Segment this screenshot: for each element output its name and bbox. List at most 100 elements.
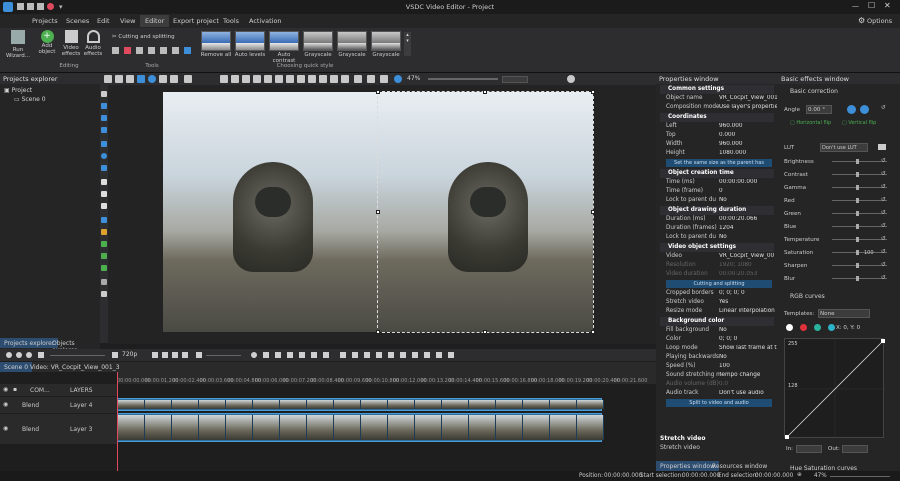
tool-icon[interactable] <box>135 47 143 54</box>
prop-lock-parent[interactable]: Lock to parent du No <box>660 196 774 205</box>
reset-icon[interactable]: ↺ <box>881 197 886 203</box>
sprite-tool-icon[interactable] <box>101 241 107 247</box>
tool-icon[interactable] <box>159 47 167 54</box>
forward-end-icon[interactable] <box>311 352 317 358</box>
slider-track[interactable] <box>832 198 887 203</box>
track-header-layer-3[interactable]: ◉ Blend Layer 3 <box>0 414 117 444</box>
menu-export-project[interactable]: Export project <box>173 17 219 25</box>
tool-icon[interactable] <box>171 47 179 54</box>
zoom-fit-icon[interactable]: ⊕ <box>797 472 802 478</box>
clip-layer-4[interactable] <box>117 398 604 411</box>
pointer-icon[interactable] <box>104 75 112 83</box>
split-icon[interactable] <box>364 352 370 358</box>
arrange-more-icon[interactable] <box>380 75 388 83</box>
slider-knob[interactable] <box>856 250 859 255</box>
zoom-slider[interactable] <box>428 78 498 80</box>
video-tool-icon[interactable] <box>101 103 107 109</box>
ripple-icon[interactable] <box>400 352 406 358</box>
slider-track[interactable] <box>832 263 887 268</box>
line-tool-icon[interactable] <box>101 165 107 171</box>
rewind-start-icon[interactable] <box>263 352 269 358</box>
prop-audio-track[interactable]: Audio track Don't use audio <box>660 389 774 398</box>
settings-gear-icon[interactable] <box>567 75 575 83</box>
slider-track[interactable] <box>832 211 887 216</box>
rotate-icon[interactable] <box>159 75 167 83</box>
reset-icon[interactable]: ↺ <box>881 210 886 216</box>
add-object-button[interactable]: + Add object <box>35 30 59 55</box>
prop-stretch-video[interactable]: Stretch video Yes <box>660 298 774 307</box>
timeline-zoom-icon[interactable] <box>38 352 44 358</box>
tree-item-project[interactable]: ▣ Project <box>4 87 32 94</box>
prop-loop-mode[interactable]: Loop modeShow last frame at the <box>660 344 777 353</box>
more-icon[interactable] <box>448 352 454 358</box>
reset-icon[interactable]: ↺ <box>881 184 886 190</box>
prop-color[interactable]: Color 0; 0; 0 <box>660 335 774 344</box>
menu-scenes[interactable]: Scenes <box>66 17 89 25</box>
loop-icon[interactable] <box>182 352 188 358</box>
tool-icon[interactable] <box>123 47 131 54</box>
subtitle-tool-icon[interactable] <box>101 191 107 197</box>
quick-style-scroll[interactable]: ▴ ▾ <box>404 32 411 56</box>
section-rgb-curves[interactable]: RGB curves <box>790 293 825 300</box>
prop-lock-parent-2[interactable]: Lock to parent du No <box>660 233 774 242</box>
split-audio-button[interactable]: Split to video and audio <box>666 399 772 407</box>
fullscreen-icon[interactable] <box>436 352 442 358</box>
tab-clip[interactable]: Video: VR_Cocpit_View_001_3 <box>30 364 120 371</box>
chart-tool-icon[interactable] <box>101 217 107 223</box>
section-basic-correction[interactable]: Basic correction <box>790 88 838 95</box>
quick-style-grayscale-3[interactable] <box>371 31 401 51</box>
menu-activation[interactable]: Activation <box>249 17 282 25</box>
slider-knob[interactable] <box>856 198 859 203</box>
menu-edit[interactable]: Edit <box>97 17 110 25</box>
menu-tools[interactable]: Tools <box>223 17 239 25</box>
menu-view[interactable]: View <box>120 17 135 25</box>
run-wizard-button[interactable]: Run Wizard... <box>4 30 32 59</box>
playhead[interactable] <box>117 372 118 480</box>
speech-tool-icon[interactable] <box>101 203 107 209</box>
mark-in-icon[interactable] <box>340 352 346 358</box>
rect-tool-icon[interactable] <box>101 141 107 147</box>
maximize-button[interactable]: ☐ <box>868 1 875 10</box>
marker-icon[interactable] <box>376 352 382 358</box>
reset-icon[interactable]: ↺ <box>881 275 886 281</box>
slider-track[interactable] <box>832 159 887 164</box>
resize-handle[interactable] <box>591 90 595 94</box>
slider-knob[interactable] <box>856 211 859 216</box>
slider-knob[interactable] <box>856 159 859 164</box>
resize-handle[interactable] <box>483 90 487 94</box>
lock-icon[interactable] <box>330 75 338 83</box>
play-small-icon[interactable] <box>287 352 293 358</box>
status-zoom-slider[interactable] <box>830 476 890 477</box>
rotate-left-icon[interactable] <box>847 105 856 114</box>
slider-track[interactable] <box>832 172 887 177</box>
prop-time-frame[interactable]: Time (frame) 0 <box>660 187 774 196</box>
reset-icon[interactable]: ↺ <box>881 236 886 242</box>
crop-icon[interactable] <box>424 352 430 358</box>
track-header-layers[interactable]: ◉ ▪ COM... LAYERS <box>0 384 117 396</box>
track-header-layer-4[interactable]: ◉ Blend Layer 4 <box>0 397 117 413</box>
tree-item-scene[interactable]: ▭ Scene 0 <box>14 96 46 103</box>
channel-green-icon[interactable] <box>813 324 821 331</box>
slider-track[interactable] <box>832 237 887 242</box>
move-down-icon[interactable] <box>354 75 362 83</box>
section-drawing-duration[interactable]: Object drawing duration <box>660 206 774 215</box>
prop-cropped-borders[interactable]: Cropped borders 0; 0; 0; 0 <box>660 289 774 298</box>
quick-style-grayscale-2[interactable] <box>337 31 367 51</box>
prop-fill-background[interactable]: Fill background No <box>660 326 774 335</box>
options-button[interactable]: Options <box>867 17 892 25</box>
timeline-ruler[interactable]: 00:00:00.000 00:00:01.200 00:00:02.400 00:0… <box>117 372 656 384</box>
prop-duration-frames[interactable]: Duration (frames) 1204 <box>660 224 774 233</box>
eye-icon[interactable]: ◉ <box>3 401 8 408</box>
eye-icon[interactable]: ◉ <box>3 386 8 393</box>
move-tool-icon[interactable] <box>101 291 107 297</box>
shape-icon[interactable] <box>148 75 156 83</box>
prop-video[interactable]: Video VR_Cocpit_View_00 <box>660 252 774 261</box>
channel-red-icon[interactable] <box>799 324 807 331</box>
cutting-splitting-button[interactable]: ✂ Cutting and splitting <box>112 34 175 40</box>
snap-icon[interactable] <box>388 352 394 358</box>
align-middle-icon[interactable] <box>264 75 272 83</box>
preview-settings-icon[interactable] <box>112 352 118 358</box>
align-center-icon[interactable] <box>231 75 239 83</box>
video-layer-3[interactable] <box>163 92 378 332</box>
audio-effects-button[interactable]: Audio effects <box>82 30 104 57</box>
